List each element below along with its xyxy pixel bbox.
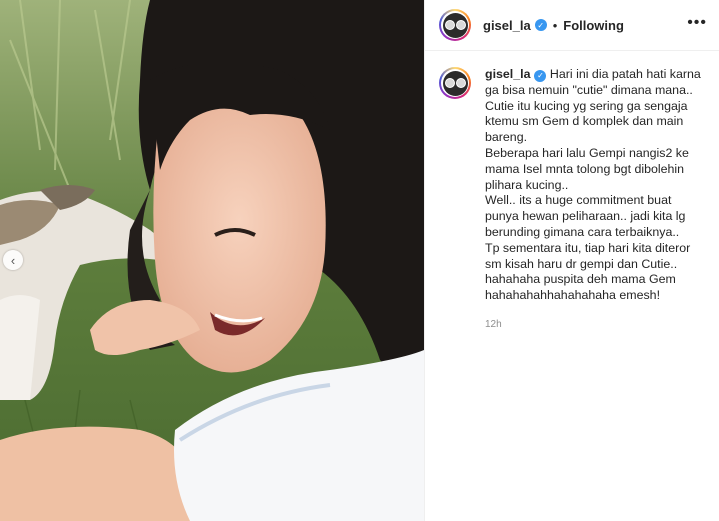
caption-paragraph-5: hahahaha puspita deh mama Gem <box>485 272 676 287</box>
caption-username-link[interactable]: gisel_la <box>485 67 530 81</box>
more-options-icon[interactable]: ••• <box>687 14 707 32</box>
post-media[interactable]: ‹ <box>0 0 424 521</box>
caption-body: gisel_la ✓ Hari ini dia patah hati karna … <box>485 67 705 333</box>
post-header: gisel_la ✓ • Following ••• <box>425 0 719 51</box>
chevron-left-icon: ‹ <box>10 252 16 268</box>
caption-paragraph-4: Tp sementara itu, tiap hari kita diteror… <box>485 240 691 271</box>
caption-paragraph-3: Well.. its a huge commitment buat punya … <box>485 193 686 239</box>
post-sidebar: gisel_la ✓ • Following ••• gisel_la ✓ Har… <box>424 0 719 521</box>
avatar-image <box>442 12 468 38</box>
previous-media-button[interactable]: ‹ <box>3 250 23 270</box>
caption-avatar[interactable] <box>439 67 471 99</box>
following-button[interactable]: Following <box>563 18 624 33</box>
separator-dot: • <box>552 17 558 33</box>
post-caption: gisel_la ✓ Hari ini dia patah hati karna … <box>425 51 719 333</box>
post-timestamp[interactable]: 12h <box>485 317 705 333</box>
post-photo <box>0 0 424 521</box>
verified-badge-icon: ✓ <box>534 19 547 31</box>
caption-paragraph-2: Beberapa hari lalu Gempi nangis2 ke mama… <box>485 145 689 192</box>
avatar[interactable] <box>439 9 471 41</box>
username-link[interactable]: gisel_la <box>483 18 531 33</box>
caption-paragraph-6: hahahahahhahahahaha emesh! <box>485 288 661 303</box>
instagram-post: ‹ gisel_la ✓ • Following ••• gisel_la ✓ … <box>0 0 719 521</box>
caption-verified-badge-icon: ✓ <box>534 69 547 82</box>
